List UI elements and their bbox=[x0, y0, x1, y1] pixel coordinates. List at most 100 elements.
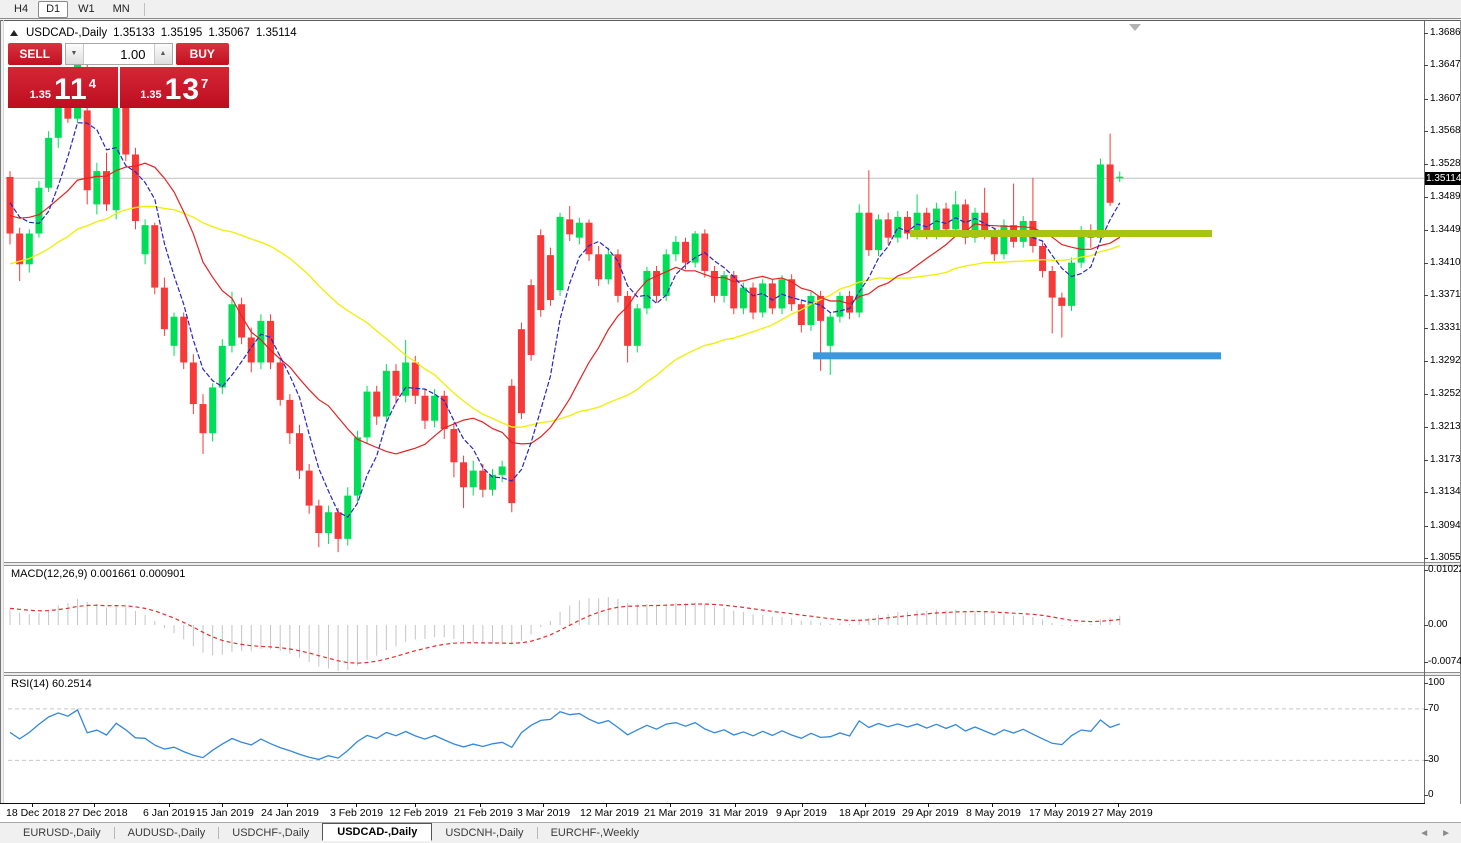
date-tick bbox=[169, 803, 170, 807]
price-axis-label: 1.30550 bbox=[1430, 552, 1461, 563]
collapse-triangle-icon[interactable] bbox=[10, 30, 18, 36]
tab-scroll-left-icon[interactable]: ◄ bbox=[1419, 828, 1429, 839]
sell-price-pip: 4 bbox=[89, 76, 96, 91]
date-tick bbox=[1055, 803, 1056, 807]
date-tick bbox=[735, 803, 736, 807]
tab-usdcnh-daily[interactable]: USDCNH-,Daily bbox=[432, 825, 536, 841]
ohlc-low: 1.35067 bbox=[208, 27, 250, 39]
ohlc-close: 1.35114 bbox=[256, 27, 297, 39]
date-tick bbox=[287, 803, 288, 807]
chart-shift-marker-icon[interactable] bbox=[1129, 24, 1141, 31]
macd-signal-value: 0.000901 bbox=[139, 568, 185, 580]
date-tick bbox=[356, 803, 357, 807]
date-tick bbox=[606, 803, 607, 807]
main-chart-canvas[interactable] bbox=[0, 0, 1461, 843]
sell-quote-button[interactable]: 1.35 11 4 bbox=[8, 67, 118, 108]
tab-usdchf-daily[interactable]: USDCHF-,Daily bbox=[219, 825, 322, 841]
price-axis-label: 1.33710 bbox=[1430, 289, 1461, 300]
price-axis-label: 1.35280 bbox=[1430, 158, 1461, 169]
buy-price-big: 13 bbox=[165, 75, 200, 105]
indicator-axis-tick bbox=[1424, 760, 1428, 761]
date-label: 31 Mar 2019 bbox=[709, 807, 768, 819]
date-label: 12 Feb 2019 bbox=[389, 807, 448, 819]
tab-scroll-right-icon[interactable]: ► bbox=[1441, 828, 1451, 839]
date-label: 27 Dec 2018 bbox=[68, 807, 128, 819]
price-axis-label: 1.32520 bbox=[1430, 388, 1461, 399]
ohlc-open: 1.35133 bbox=[113, 27, 155, 39]
indicator-axis-label: -0.00747 bbox=[1428, 656, 1461, 667]
indicator-axis-label: 0 bbox=[1428, 789, 1434, 800]
price-axis-tick bbox=[1424, 460, 1428, 461]
price-axis-label: 1.31730 bbox=[1430, 454, 1461, 465]
buy-button[interactable]: BUY bbox=[176, 43, 230, 65]
price-axis-tick bbox=[1424, 492, 1428, 493]
volume-input[interactable] bbox=[84, 44, 154, 64]
date-label: 17 May 2019 bbox=[1029, 807, 1090, 819]
price-axis-label: 1.35680 bbox=[1430, 125, 1461, 136]
buy-price-pip: 7 bbox=[201, 76, 208, 91]
buy-price-prefix: 1.35 bbox=[140, 89, 161, 101]
indicator-axis-label: 0.010229 bbox=[1428, 564, 1461, 575]
volume-decrease-button[interactable]: ▼ bbox=[66, 44, 84, 64]
macd-pane-separator[interactable] bbox=[4, 562, 1460, 566]
price-axis-tick bbox=[1424, 263, 1428, 264]
date-label: 8 May 2019 bbox=[966, 807, 1021, 819]
price-axis-tick bbox=[1424, 230, 1428, 231]
date-tick bbox=[865, 803, 866, 807]
indicator-axis-tick bbox=[1424, 625, 1428, 626]
date-tick bbox=[222, 803, 223, 807]
macd-main-value: 0.001661 bbox=[90, 568, 136, 580]
price-axis-label: 1.36070 bbox=[1430, 93, 1461, 104]
date-tick bbox=[480, 803, 481, 807]
symbol-period-label: USDCAD-,Daily bbox=[26, 27, 107, 39]
tab-eurusd-daily[interactable]: EURUSD-,Daily bbox=[10, 825, 114, 841]
date-label: 15 Jan 2019 bbox=[196, 807, 254, 819]
date-label: 29 Apr 2019 bbox=[902, 807, 959, 819]
date-label: 6 Jan 2019 bbox=[143, 807, 195, 819]
indicator-axis-label: 100 bbox=[1428, 677, 1445, 688]
volume-increase-button[interactable]: ▲ bbox=[154, 44, 172, 64]
price-axis-label: 1.32920 bbox=[1430, 355, 1461, 366]
current-price-tag: 1.35114 bbox=[1425, 172, 1461, 185]
tab-audusd-daily[interactable]: AUDUSD-,Daily bbox=[115, 825, 219, 841]
date-tick bbox=[992, 803, 993, 807]
price-axis-label: 1.34490 bbox=[1430, 224, 1461, 235]
tab-usdcad-daily[interactable]: USDCAD-,Daily bbox=[322, 823, 432, 841]
price-axis-tick bbox=[1424, 526, 1428, 527]
date-label: 9 Apr 2019 bbox=[776, 807, 827, 819]
price-axis-label: 1.33310 bbox=[1430, 322, 1461, 333]
macd-name: MACD(12,26,9) bbox=[11, 568, 87, 580]
tab-eurchf-weekly[interactable]: EURCHF-,Weekly bbox=[538, 825, 652, 841]
date-axis[interactable]: 18 Dec 201827 Dec 2018 6 Jan 201915 Jan 2… bbox=[0, 804, 1461, 822]
price-axis-tick bbox=[1424, 65, 1428, 66]
price-axis-label: 1.34890 bbox=[1430, 191, 1461, 202]
indicator-axis-tick bbox=[1424, 795, 1428, 796]
price-axis-label: 1.32130 bbox=[1430, 421, 1461, 432]
sell-button[interactable]: SELL bbox=[8, 43, 62, 65]
date-label: 24 Jan 2019 bbox=[261, 807, 319, 819]
rsi-value: 60.2514 bbox=[52, 678, 92, 690]
date-tick bbox=[928, 803, 929, 807]
price-axis-label: 1.36860 bbox=[1430, 27, 1461, 38]
price-axis-tick bbox=[1424, 328, 1428, 329]
price-axis-border bbox=[1424, 21, 1425, 804]
rsi-pane-separator[interactable] bbox=[4, 672, 1460, 676]
indicator-axis-tick bbox=[1424, 709, 1428, 710]
price-axis-tick bbox=[1424, 33, 1428, 34]
date-label: 18 Dec 2018 bbox=[6, 807, 66, 819]
price-axis-tick bbox=[1424, 361, 1428, 362]
date-label: 21 Mar 2019 bbox=[644, 807, 703, 819]
buy-quote-button[interactable]: 1.35 13 7 bbox=[120, 67, 230, 108]
date-label: 21 Feb 2019 bbox=[454, 807, 513, 819]
sell-price-big: 11 bbox=[54, 75, 88, 105]
indicator-axis-tick bbox=[1424, 662, 1428, 663]
date-label: 12 Mar 2019 bbox=[580, 807, 639, 819]
date-label: 3 Feb 2019 bbox=[330, 807, 383, 819]
price-axis-label: 1.30940 bbox=[1430, 520, 1461, 531]
sell-price-prefix: 1.35 bbox=[30, 89, 51, 101]
rsi-indicator-label: RSI(14) 60.2514 bbox=[11, 678, 92, 690]
price-axis-label: 1.31340 bbox=[1430, 486, 1461, 497]
indicator-axis-label: 0.00 bbox=[1428, 619, 1447, 630]
chart-title: USDCAD-,Daily 1.35133 1.35195 1.35067 1.… bbox=[10, 27, 297, 39]
indicator-axis-tick bbox=[1424, 683, 1428, 684]
